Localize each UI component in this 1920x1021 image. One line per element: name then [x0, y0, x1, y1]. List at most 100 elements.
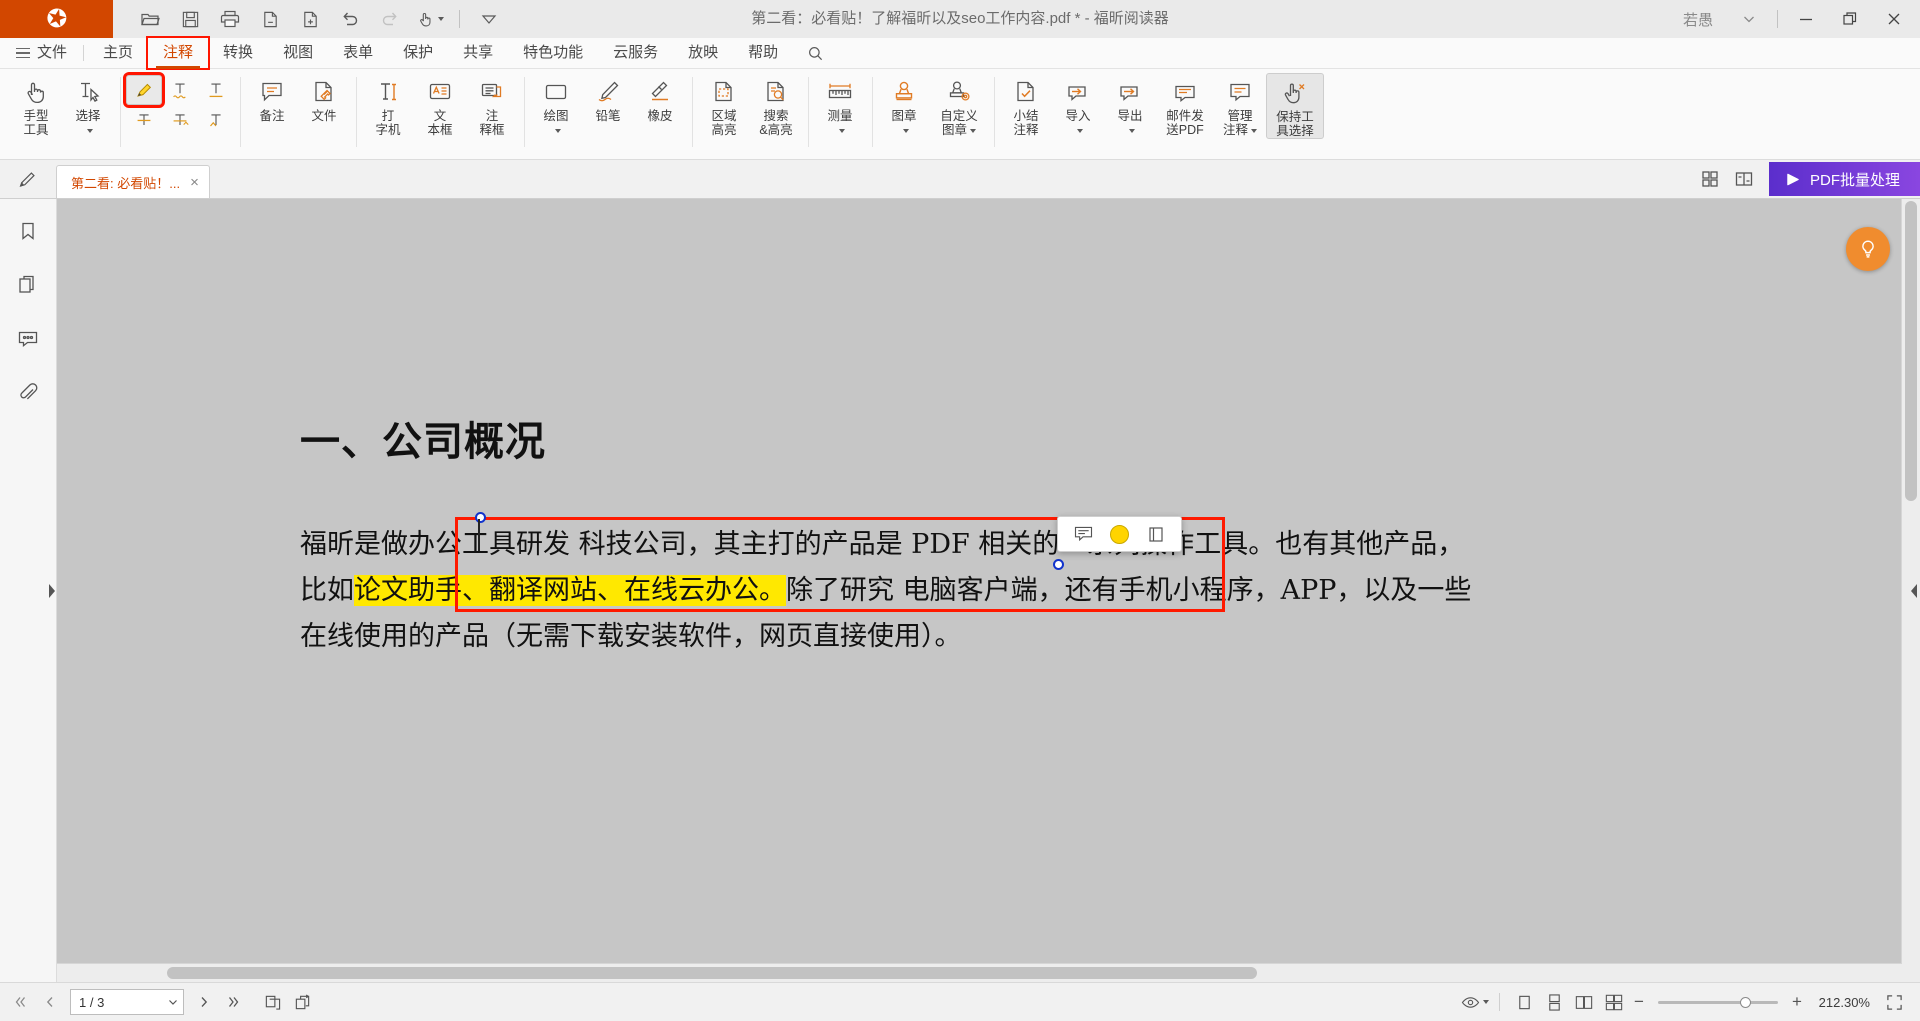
page-number-input[interactable]: 1 / 3 — [70, 989, 184, 1015]
menu-item-form[interactable]: 表单 — [328, 38, 388, 68]
custom-stamp-tool-button[interactable]: 自定义 图章 — [930, 73, 988, 137]
menu-item-present[interactable]: 放映 — [673, 38, 733, 68]
typewriter-tool-button[interactable]: 打 字机 — [362, 73, 414, 137]
annotation-pen-button[interactable] — [0, 160, 56, 198]
hand-tool-button[interactable]: 手型 工具 — [10, 73, 62, 137]
bookmarks-panel-button[interactable] — [10, 215, 46, 247]
horizontal-scrollbar[interactable] — [57, 963, 1902, 982]
markup-row-1 — [126, 75, 234, 105]
squiggly-underline-tool-button[interactable] — [162, 75, 198, 105]
comments-panel-button[interactable] — [10, 323, 46, 355]
menu-item-protect[interactable]: 保护 — [388, 38, 448, 68]
menu-item-home[interactable]: 主页 — [88, 38, 148, 68]
customize-qat-button[interactable] — [470, 3, 508, 35]
zoom-level-value[interactable]: 212.30% — [1808, 995, 1870, 1010]
area-highlight-tool-button[interactable]: 区域 高亮 — [698, 73, 750, 137]
zoom-in-button[interactable]: + — [1788, 992, 1806, 1012]
ribbon-label: 测量 — [827, 109, 852, 123]
menu-item-share[interactable]: 共享 — [448, 38, 508, 68]
pdf-batch-process-button[interactable]: PDF批量处理 — [1769, 162, 1920, 196]
single-page-layout-button[interactable] — [1510, 988, 1538, 1016]
vertical-scroll-thumb[interactable] — [1905, 201, 1917, 501]
measure-tool-button[interactable]: 测量 — [814, 73, 866, 137]
highlighted-text-segment[interactable]: 论文助手、翻译网站、在线云办公。 — [354, 575, 786, 606]
rail-collapse-handle[interactable] — [46, 578, 58, 604]
menu-item-view[interactable]: 视图 — [268, 38, 328, 68]
properties-button[interactable] — [1143, 523, 1169, 545]
text-box-tool-button[interactable]: 文 本框 — [414, 73, 466, 137]
attachments-panel-button[interactable] — [10, 377, 46, 409]
underline-tool-button[interactable] — [198, 75, 234, 105]
fit-page-button[interactable] — [258, 988, 286, 1016]
search-highlight-tool-button[interactable]: 搜索 &高亮 — [750, 73, 802, 137]
facing-layout-button[interactable] — [1570, 988, 1598, 1016]
first-page-button[interactable] — [6, 988, 34, 1016]
tips-button[interactable] — [1846, 227, 1890, 271]
replace-text-tool-button[interactable] — [162, 105, 198, 135]
rotate-view-button[interactable] — [288, 988, 316, 1016]
menu-item-comment[interactable]: 注释 — [148, 38, 208, 68]
open-file-button[interactable] — [131, 3, 169, 35]
note-tool-button[interactable]: 备注 — [246, 73, 298, 123]
zoom-out-button[interactable]: − — [1630, 992, 1648, 1012]
menu-item-cloud[interactable]: 云服务 — [598, 38, 673, 68]
minimize-button[interactable] — [1784, 0, 1828, 38]
email-attach-button[interactable] — [251, 3, 289, 35]
horizontal-scroll-thumb[interactable] — [167, 967, 1257, 979]
keep-tool-selected-button[interactable]: 保持工 具选择 — [1266, 73, 1324, 139]
eraser-tool-button[interactable]: 橡皮 — [634, 73, 686, 123]
print-button[interactable] — [211, 3, 249, 35]
close-button[interactable] — [1872, 0, 1916, 38]
selection-grip-end[interactable] — [1053, 559, 1064, 570]
color-swatch-button[interactable] — [1110, 525, 1129, 544]
callout-tool-button[interactable]: 注 释框 — [466, 73, 518, 137]
summarize-comments-button[interactable]: 小结 注释 — [1000, 73, 1052, 137]
manage-comments-button[interactable]: 管理 注释 — [1214, 73, 1266, 137]
import-comments-button[interactable]: 导入 — [1052, 73, 1104, 137]
last-page-button[interactable] — [220, 988, 248, 1016]
draw-shapes-tool-button[interactable]: 绘图 — [530, 73, 582, 137]
fullscreen-button[interactable] — [1880, 988, 1908, 1016]
view-mode-button[interactable] — [1461, 988, 1489, 1016]
export-comments-button[interactable]: 导出 — [1104, 73, 1156, 137]
search-document-icon — [762, 76, 790, 108]
strikethrough-tool-button[interactable] — [126, 105, 162, 135]
chevron-left-icon — [42, 994, 58, 1010]
menu-item-features[interactable]: 特色功能 — [508, 38, 598, 68]
compare-view-button[interactable] — [1727, 164, 1761, 194]
zoom-slider-knob[interactable] — [1740, 997, 1751, 1008]
pencil-tool-button[interactable]: 铅笔 — [582, 73, 634, 123]
continuous-layout-button[interactable] — [1540, 988, 1568, 1016]
insert-text-tool-button[interactable] — [198, 105, 234, 135]
menu-item-file[interactable]: 文件 — [0, 38, 79, 68]
import-arrow-icon — [1064, 76, 1092, 108]
zoom-slider[interactable] — [1658, 993, 1778, 1011]
add-note-button[interactable] — [1070, 523, 1096, 545]
document-tab[interactable]: 第二看: 必看贴！... × — [56, 165, 210, 198]
highlight-tool-button[interactable] — [126, 75, 162, 105]
close-icon[interactable]: × — [188, 175, 201, 190]
file-attach-tool-button[interactable]: 文件 — [298, 73, 350, 123]
hand-pointer-button[interactable] — [411, 3, 449, 35]
menu-item-help[interactable]: 帮助 — [733, 38, 793, 68]
previous-page-button[interactable] — [36, 988, 64, 1016]
redo-button[interactable] — [371, 3, 409, 35]
new-document-button[interactable] — [291, 3, 329, 35]
next-page-button[interactable] — [190, 988, 218, 1016]
account-dropdown-button[interactable] — [1727, 0, 1771, 38]
undo-button[interactable] — [331, 3, 369, 35]
selection-grip-start[interactable] — [475, 512, 486, 523]
continuous-page-icon — [1546, 994, 1563, 1011]
select-tool-button[interactable]: 选择 — [62, 73, 114, 137]
right-panel-expand-handle[interactable] — [1908, 578, 1920, 604]
thumbnails-panel-button[interactable] — [10, 269, 46, 301]
pdf-page[interactable]: 一、公司概况 福昕是做办公工具研发 科技公司，其主打的产品是 PDF 相关的一系… — [57, 199, 1902, 964]
save-button[interactable] — [171, 3, 209, 35]
email-pdf-button[interactable]: 邮件发 送PDF — [1156, 73, 1214, 137]
restore-button[interactable] — [1828, 0, 1872, 38]
grid-view-button[interactable] — [1693, 164, 1727, 194]
menu-search-button[interactable] — [793, 45, 838, 62]
stamp-tool-button[interactable]: 图章 — [878, 73, 930, 137]
menu-item-convert[interactable]: 转换 — [208, 38, 268, 68]
facing-continuous-layout-button[interactable] — [1600, 988, 1628, 1016]
